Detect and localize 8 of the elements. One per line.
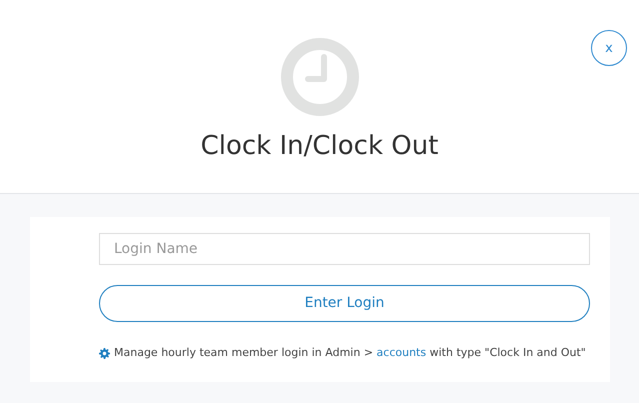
dialog-title: Clock In/Clock Out [200, 130, 438, 163]
accounts-link[interactable]: accounts [376, 346, 426, 359]
login-name-field[interactable]: Login Name [99, 233, 590, 265]
clock-icon [280, 37, 360, 117]
enter-login-button[interactable]: Enter Login [99, 285, 590, 322]
close-button[interactable]: x [591, 30, 627, 66]
help-note: Manage hourly team member login in Admin > accounts with type "Clock In and Out" [114, 345, 586, 361]
gear-icon [99, 348, 110, 359]
